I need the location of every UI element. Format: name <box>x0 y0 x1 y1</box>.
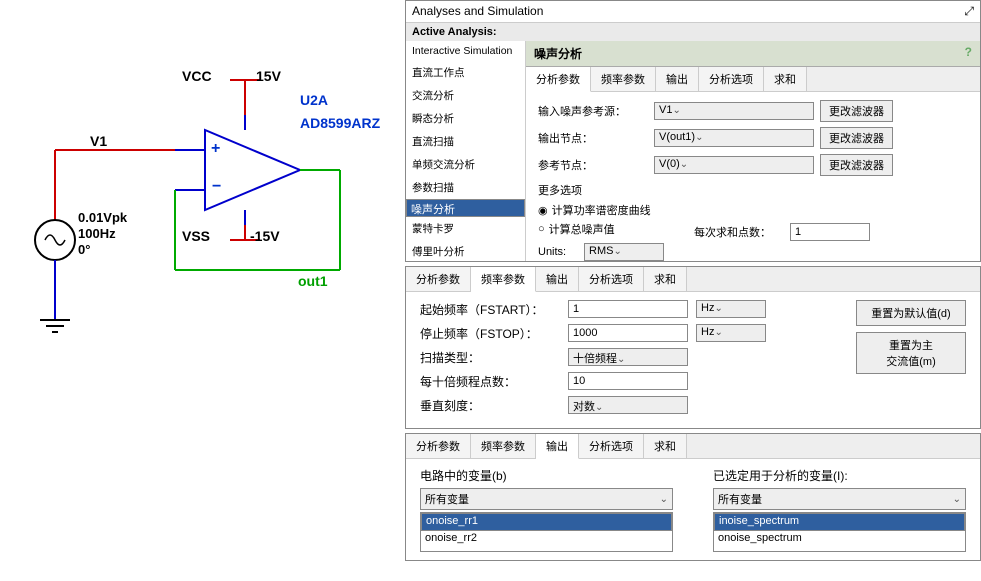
tab-item[interactable]: 分析选项 <box>579 434 644 458</box>
tab-item[interactable]: 分析参数 <box>406 434 471 458</box>
analysis-type-item[interactable]: 直流扫描 <box>406 130 525 153</box>
analysis-type-item[interactable]: 蒙特卡罗 <box>406 217 525 240</box>
output-node-label: 输出节点： <box>538 130 648 146</box>
noise-src-label: 输入噪声参考源： <box>538 103 648 119</box>
vcc-label: VCC <box>182 68 212 84</box>
analysis-type-item[interactable]: 瞬态分析 <box>406 107 525 130</box>
source-frequency: 100Hz <box>78 226 116 241</box>
pts-per-sum-label: 每次求和点数： <box>694 224 784 240</box>
minus-input-icon: − <box>212 178 221 196</box>
list-item[interactable]: onoise_rr2 <box>421 531 672 545</box>
analysis-type-item[interactable]: Interactive Simulation <box>406 41 525 61</box>
tab-item[interactable]: 分析选项 <box>699 67 764 91</box>
plus-input-icon: + <box>211 140 220 158</box>
selected-vars-list[interactable]: inoise_spectrumonoise_spectrum <box>713 512 966 552</box>
change-filter-button-1[interactable]: 更改滤波器 <box>820 100 893 122</box>
change-filter-button-2[interactable]: 更改滤波器 <box>820 127 893 149</box>
source-amplitude: 0.01Vpk <box>78 210 127 225</box>
fstop-unit-select[interactable]: Hz <box>696 324 766 342</box>
circuit-vars-filter[interactable]: 所有变量 <box>420 488 673 510</box>
tab-item[interactable]: 输出 <box>656 67 699 91</box>
tab-item[interactable]: 输出 <box>536 434 579 459</box>
source-name: V1 <box>90 133 107 149</box>
analysis-type-item[interactable]: 傅里叶分析 <box>406 240 525 261</box>
opamp-part: AD8599ARZ <box>300 115 380 131</box>
output-vars-panel: 分析参数频率参数输出分析选项求和 电路中的变量(b) 所有变量 onoise_r… <box>405 433 981 561</box>
pts-per-decade-input[interactable] <box>568 372 688 390</box>
list-item[interactable]: onoise_spectrum <box>714 531 965 545</box>
tab-item[interactable]: 频率参数 <box>471 434 536 458</box>
tab-item[interactable]: 求和 <box>644 267 687 291</box>
noise-src-select[interactable]: V1 <box>654 102 814 120</box>
total-noise-radio[interactable]: ○计算总噪声值 <box>538 221 664 237</box>
analyses-dialog: Analyses and Simulation ⤢ Active Analysi… <box>405 0 981 262</box>
analysis-type-item[interactable]: 单频交流分析 <box>406 153 525 176</box>
tab-item[interactable]: 分析参数 <box>406 267 471 291</box>
ref-node-label: 参考节点： <box>538 157 648 173</box>
pts-per-decade-label: 每十倍频程点数： <box>420 373 560 390</box>
freq-params-panel: 分析参数频率参数输出分析选项求和 起始频率（FSTART）： Hz 停止频率（F… <box>405 266 981 429</box>
psd-radio[interactable]: ◉计算功率谱密度曲线 <box>538 202 664 218</box>
dialog-title: Analyses and Simulation <box>412 4 543 19</box>
tab-item[interactable]: 分析参数 <box>526 67 591 92</box>
pane-title: 噪声分析 <box>534 45 582 62</box>
fstart-unit-select[interactable]: Hz <box>696 300 766 318</box>
source-phase: 0° <box>78 242 90 257</box>
units-select[interactable]: RMS <box>584 243 664 261</box>
schematic-canvas: VCC 15V U2A AD8599ARZ + − V1 0.01Vpk 100… <box>0 0 405 581</box>
circuit-vars-title: 电路中的变量(b) <box>420 467 673 484</box>
sweep-type-select[interactable]: 十倍频程 <box>568 348 688 366</box>
fstart-input[interactable] <box>568 300 688 318</box>
list-item[interactable]: onoise_rr1 <box>421 513 672 531</box>
out-net-label: out1 <box>298 273 328 289</box>
pts-per-sum-input[interactable] <box>790 223 870 241</box>
analysis-type-item[interactable]: 直流工作点 <box>406 61 525 84</box>
more-options-label: 更多选项 <box>538 182 968 198</box>
reset-default-button[interactable]: 重置为默认值(d) <box>856 300 966 326</box>
help-icon[interactable]: ? <box>965 45 972 62</box>
tab-item[interactable]: 求和 <box>764 67 807 91</box>
selected-vars-filter[interactable]: 所有变量 <box>713 488 966 510</box>
sweep-type-label: 扫描类型： <box>420 349 560 366</box>
circuit-vars-list[interactable]: onoise_rr1onoise_rr2 <box>420 512 673 552</box>
change-filter-button-3[interactable]: 更改滤波器 <box>820 154 893 176</box>
analysis-type-item[interactable]: 噪声分析 <box>406 199 525 217</box>
analysis-type-item[interactable]: 参数扫描 <box>406 176 525 199</box>
opamp-ref: U2A <box>300 92 328 108</box>
selected-vars-title: 已选定用于分析的变量(I): <box>713 467 966 484</box>
vss-value: -15V <box>250 228 280 244</box>
tab-item[interactable]: 输出 <box>536 267 579 291</box>
fstart-label: 起始频率（FSTART）： <box>420 301 560 318</box>
active-analysis-label: Active Analysis: <box>406 23 980 41</box>
params-tabs: 分析参数频率参数输出分析选项求和 <box>526 67 980 92</box>
analysis-type-list[interactable]: Interactive Simulation直流工作点交流分析瞬态分析直流扫描单… <box>406 41 526 261</box>
reset-main-ac-button[interactable]: 重置为主 交流值(m) <box>856 332 966 374</box>
fstop-label: 停止频率（FSTOP）： <box>420 325 560 342</box>
analysis-type-item[interactable]: 交流分析 <box>406 84 525 107</box>
vcc-value: 15V <box>256 68 281 84</box>
tab-item[interactable]: 分析选项 <box>579 267 644 291</box>
output-node-select[interactable]: V(out1) <box>654 129 814 147</box>
ref-node-select[interactable]: V(0) <box>654 156 814 174</box>
dialog-maximize-icon[interactable]: ⤢ <box>964 4 974 19</box>
vscale-label: 垂直刻度： <box>420 397 560 414</box>
vscale-select[interactable]: 对数 <box>568 396 688 414</box>
units-label: Units: <box>538 246 578 258</box>
tab-item[interactable]: 求和 <box>644 434 687 458</box>
vss-label: VSS <box>182 228 210 244</box>
tab-item[interactable]: 频率参数 <box>591 67 656 91</box>
fstop-input[interactable] <box>568 324 688 342</box>
list-item[interactable]: inoise_spectrum <box>714 513 965 531</box>
tab-item[interactable]: 频率参数 <box>471 267 536 292</box>
